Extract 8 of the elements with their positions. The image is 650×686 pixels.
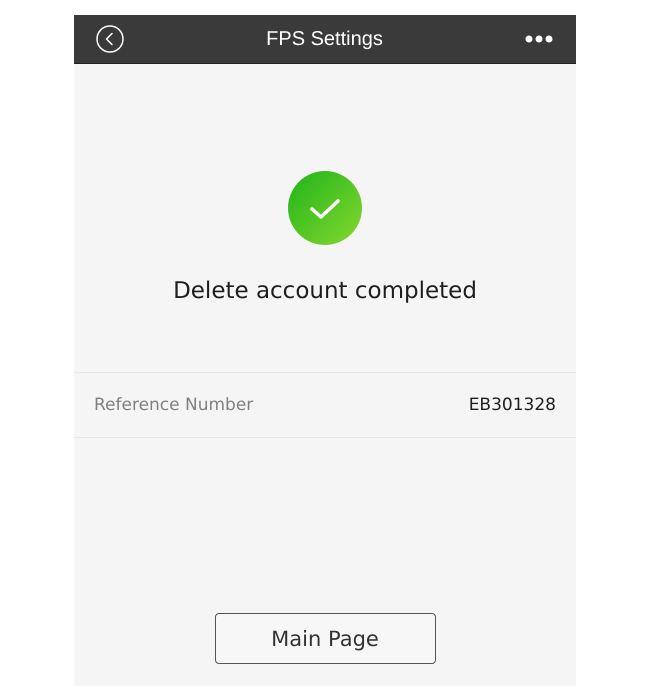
header-title: FPS Settings bbox=[266, 28, 383, 50]
detail-label: Reference Number bbox=[94, 395, 254, 415]
detail-value: EB301328 bbox=[468, 395, 556, 415]
main-page-button[interactable]: Main Page bbox=[214, 613, 436, 664]
success-check-icon bbox=[288, 171, 362, 245]
status-message: Delete account completed bbox=[173, 277, 477, 306]
more-icon[interactable] bbox=[525, 35, 553, 43]
back-icon[interactable] bbox=[96, 25, 124, 53]
